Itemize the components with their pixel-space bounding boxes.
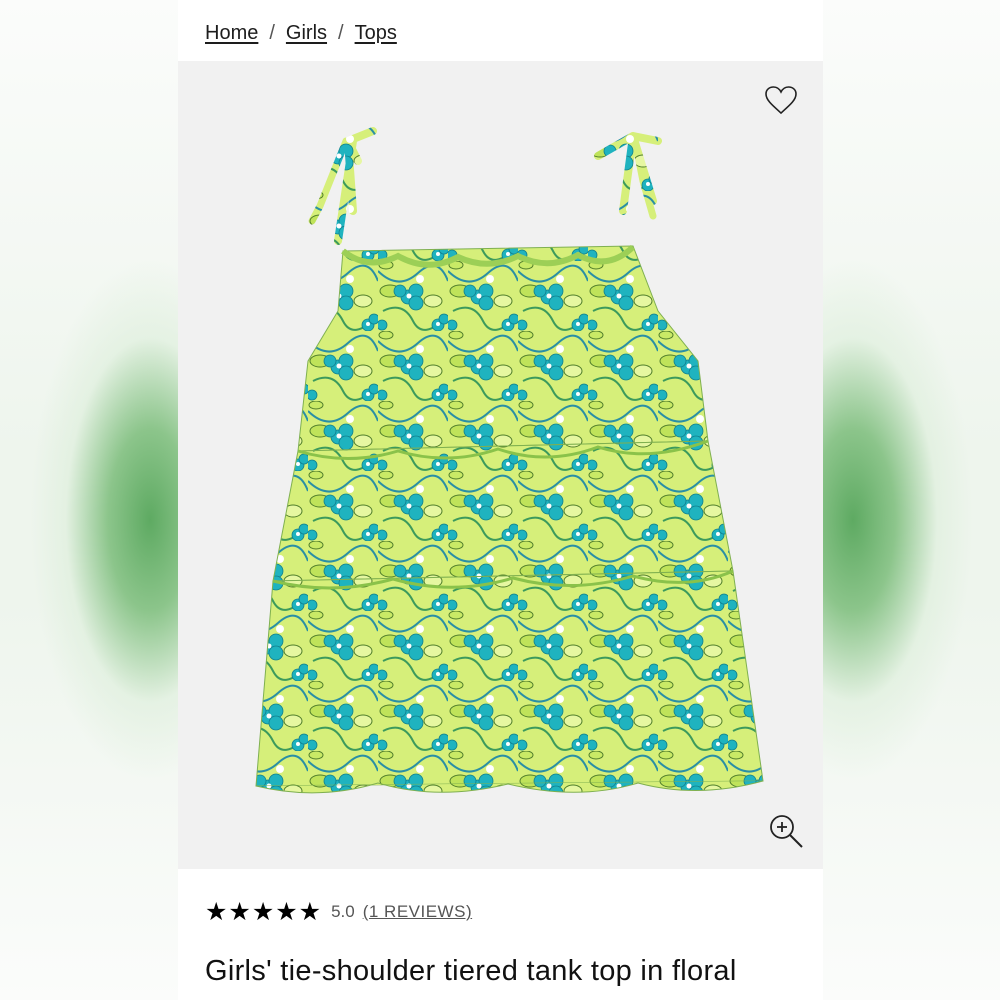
breadcrumb-tops-link[interactable]: Tops xyxy=(355,22,397,45)
breadcrumb-separator: / xyxy=(338,22,344,44)
right-background xyxy=(823,0,1000,1000)
reviews-link[interactable]: (1 REVIEWS) xyxy=(363,902,472,922)
product-title: Girls' tie-shoulder tiered tank top in f… xyxy=(205,955,737,987)
breadcrumb-home-link[interactable]: Home xyxy=(205,22,258,45)
breadcrumb: Home / Girls / Tops xyxy=(205,22,397,45)
product-panel: Home / Girls / Tops ★★★★★ 5.0 (1 REVIEWS… xyxy=(178,0,823,1000)
product-rating: ★★★★★ 5.0 (1 REVIEWS) xyxy=(205,897,472,927)
product-image xyxy=(255,127,764,794)
breadcrumb-girls-link[interactable]: Girls xyxy=(286,22,327,45)
rating-score: 5.0 xyxy=(331,902,355,921)
breadcrumb-separator: / xyxy=(269,22,275,44)
left-background xyxy=(0,0,178,1000)
product-image-area[interactable] xyxy=(178,61,823,869)
heart-outline-icon[interactable] xyxy=(764,85,798,115)
zoom-in-icon[interactable] xyxy=(768,813,804,849)
rating-stars: ★★★★★ xyxy=(205,898,323,926)
